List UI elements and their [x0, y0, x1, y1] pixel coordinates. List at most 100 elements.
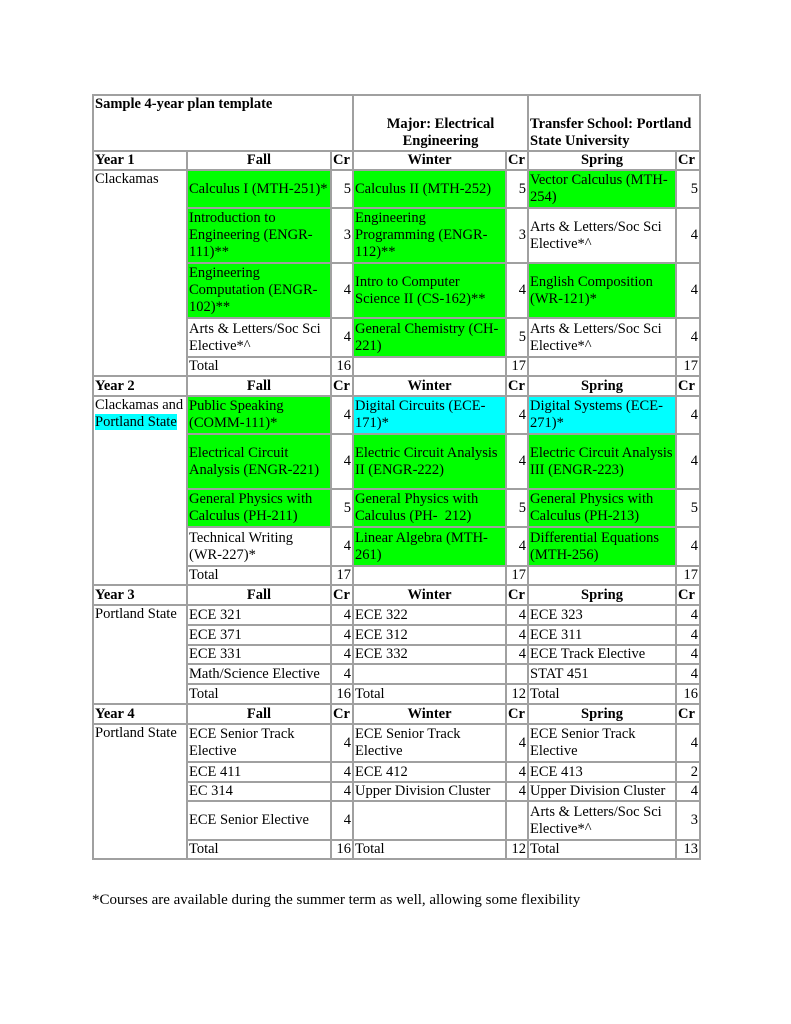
credit-header: Cr [676, 376, 700, 396]
credit-cell: 4 [506, 527, 528, 566]
credit-cell: 4 [331, 625, 353, 645]
credit-cell: 5 [676, 170, 700, 208]
course-cell: Engineering Programming (ENGR-112)** [353, 208, 506, 263]
credit-header: Cr [506, 704, 528, 724]
total-label: Total [187, 840, 331, 859]
total-credits: 17 [676, 357, 700, 376]
credit-cell: 4 [676, 605, 700, 625]
table-row: Clackamas Calculus I (MTH-251)* 5 Calcul… [93, 170, 700, 376]
total-label [353, 357, 506, 376]
course-cell: Electrical Circuit Analysis (ENGR-221) [187, 434, 331, 489]
course-cell: ECE Senior Track Elective [528, 724, 676, 762]
credit-cell: 5 [331, 170, 353, 208]
credit-header: Cr [676, 704, 700, 724]
credit-header: Cr [331, 585, 353, 605]
total-label: Total [187, 357, 331, 376]
year-label: Year 2 [93, 376, 187, 396]
credit-header: Cr [676, 585, 700, 605]
credit-cell [506, 801, 528, 840]
transfer-school-highlight: Portland State [95, 414, 177, 430]
course-cell: ECE 411 [187, 762, 331, 782]
total-credits: 16 [331, 840, 353, 859]
credit-cell: 4 [331, 782, 353, 801]
title-row: Sample 4-year plan template Major: Elect… [93, 95, 700, 151]
total-credits: 16 [331, 357, 353, 376]
credit-cell [506, 664, 528, 684]
credit-cell: 4 [676, 318, 700, 357]
course-cell [353, 664, 506, 684]
spring-header: Spring [528, 585, 676, 605]
table-row: Portland State ECE 321 4 ECE 322 4 ECE 3… [93, 605, 700, 704]
course-cell: Linear Algebra (MTH-261) [353, 527, 506, 566]
credit-cell: 4 [331, 396, 353, 434]
course-cell: Engineering Computation (ENGR-102)** [187, 263, 331, 318]
credit-cell: 4 [331, 434, 353, 489]
total-label: Total [187, 566, 331, 585]
total-credits: 16 [331, 684, 353, 704]
credit-cell: 4 [676, 434, 700, 489]
school-name: Clackamas and [95, 397, 184, 413]
total-label [528, 566, 676, 585]
total-credits: 17 [506, 357, 528, 376]
credit-cell: 4 [676, 664, 700, 684]
course-cell: Calculus II (MTH-252) [353, 170, 506, 208]
credit-cell: 4 [331, 724, 353, 762]
total-credits: 17 [331, 566, 353, 585]
course-cell: General Physics with Calculus (PH-211) [187, 489, 331, 527]
course-cell: Digital Circuits (ECE-171)* [353, 396, 506, 434]
course-cell: General Physics with Calculus (PH- 212) [353, 489, 506, 527]
course-cell: Calculus I (MTH-251)* [187, 170, 331, 208]
course-cell: General Chemistry (CH-221) [353, 318, 506, 357]
credit-cell: 4 [506, 263, 528, 318]
fall-header: Fall [187, 585, 331, 605]
credit-cell: 4 [331, 762, 353, 782]
total-credits: 16 [676, 684, 700, 704]
course-cell: ECE 323 [528, 605, 676, 625]
credit-cell: 4 [331, 527, 353, 566]
course-cell: Technical Writing (WR-227)* [187, 527, 331, 566]
total-label [353, 566, 506, 585]
credit-header: Cr [331, 704, 353, 724]
credit-cell: 5 [506, 170, 528, 208]
course-cell: ECE Senior Track Elective [353, 724, 506, 762]
course-cell: Upper Division Cluster [353, 782, 506, 801]
year-label: Year 4 [93, 704, 187, 724]
credit-header: Cr [331, 376, 353, 396]
course-cell: ECE 312 [353, 625, 506, 645]
credit-cell: 4 [676, 782, 700, 801]
total-credits: 17 [676, 566, 700, 585]
credit-cell: 4 [506, 625, 528, 645]
course-cell: ECE Senior Elective [187, 801, 331, 840]
plan-title: Sample 4-year plan template [93, 95, 353, 151]
credit-cell: 4 [676, 645, 700, 664]
school-cell: Portland State [93, 724, 187, 859]
credit-header: Cr [506, 585, 528, 605]
course-cell: Public Speaking (COMM-111)* [187, 396, 331, 434]
course-cell: Digital Systems (ECE-271)* [528, 396, 676, 434]
spring-header: Spring [528, 704, 676, 724]
credit-cell: 5 [506, 318, 528, 357]
year-header-row: Year 3 Fall Cr Winter Cr Spring Cr [93, 585, 700, 605]
course-cell: ECE 371 [187, 625, 331, 645]
total-credits: 13 [676, 840, 700, 859]
credit-cell: 4 [506, 762, 528, 782]
credit-cell: 4 [676, 208, 700, 263]
credit-cell: 4 [506, 645, 528, 664]
total-credits: 17 [506, 566, 528, 585]
course-cell: Arts & Letters/Soc Sci Elective*^ [187, 318, 331, 357]
course-cell: Electric Circuit Analysis II (ENGR-222) [353, 434, 506, 489]
course-cell: ECE 332 [353, 645, 506, 664]
course-cell: Arts & Letters/Soc Sci Elective*^ [528, 318, 676, 357]
credit-cell: 4 [331, 664, 353, 684]
credit-cell: 4 [676, 625, 700, 645]
credit-cell: 5 [506, 489, 528, 527]
fall-header: Fall [187, 704, 331, 724]
course-cell: Math/Science Elective [187, 664, 331, 684]
total-label [528, 357, 676, 376]
course-cell: Arts & Letters/Soc Sci Elective*^ [528, 801, 676, 840]
transfer-school-label: Transfer School: Portland State Universi… [528, 95, 700, 151]
course-cell: Vector Calculus (MTH-254) [528, 170, 676, 208]
four-year-plan-table: Sample 4-year plan template Major: Elect… [92, 94, 701, 860]
course-cell: ECE 412 [353, 762, 506, 782]
credit-header: Cr [506, 376, 528, 396]
